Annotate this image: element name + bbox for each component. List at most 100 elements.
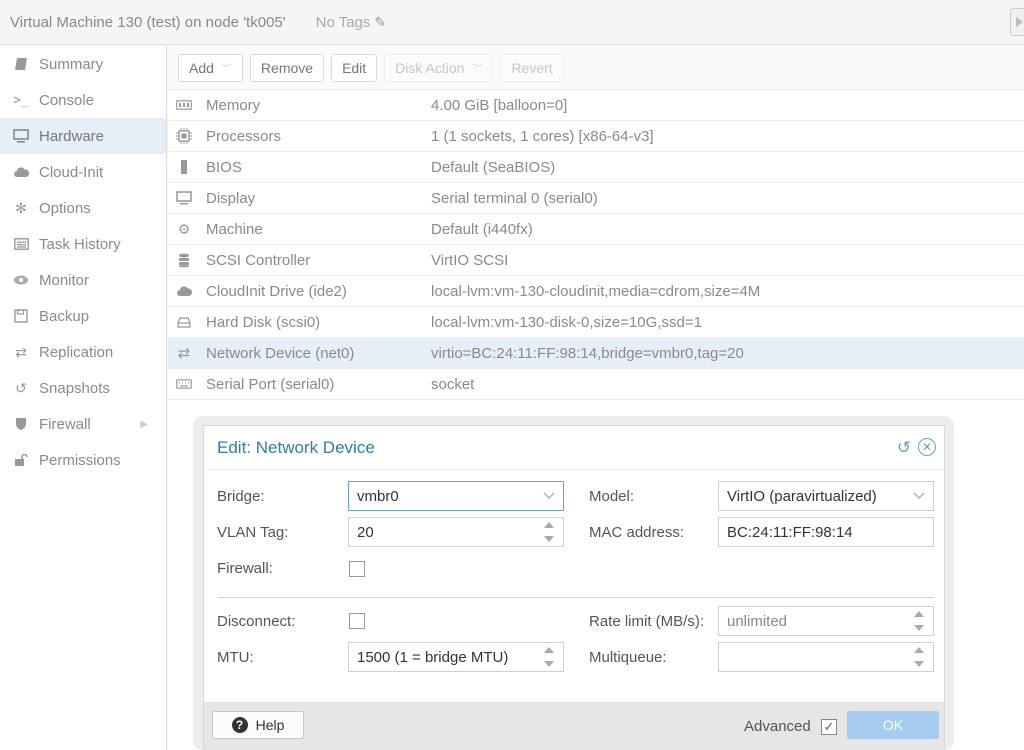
table-row-processors[interactable]: Processors 1 (1 sockets, 1 cores) [x86-6… [168, 121, 1024, 152]
sidebar-item-snapshots[interactable]: ↺ Snapshots [0, 370, 166, 406]
spinner-arrows-icon[interactable] [543, 522, 555, 542]
hardware-value: 1 (1 sockets, 1 cores) [x86-64-v3] [431, 127, 654, 145]
help-label: Help [255, 717, 285, 733]
hdd-icon [172, 316, 196, 328]
mtu-field[interactable]: 1500 (1 = bridge MTU) [348, 642, 564, 672]
model-select[interactable]: VirtIO (paravirtualized) [718, 481, 934, 511]
hardware-name: Processors [206, 127, 282, 145]
disconnect-checkbox[interactable] [349, 613, 365, 629]
rate-limit-placeholder: unlimited [727, 612, 788, 630]
bridge-label: Bridge: [217, 488, 265, 505]
unlock-icon [11, 452, 31, 468]
sidebar-item-replication[interactable]: ⇄ Replication [0, 334, 166, 370]
disconnect-label: Disconnect: [217, 613, 296, 630]
tags-editor[interactable]: No Tags ✎ [316, 14, 387, 31]
table-row-network-device[interactable]: ⇄ Network Device (net0) virtio=BC:24:11:… [168, 338, 1024, 369]
table-row-memory[interactable]: Memory 4.00 GiB [balloon=0] [168, 90, 1024, 121]
bridge-value: vmbr0 [357, 487, 399, 505]
hardware-value: Default (SeaBIOS) [431, 158, 556, 176]
dialog-header[interactable]: Edit: Network Device ↺ ✕ [204, 426, 944, 470]
remove-button[interactable]: Remove [249, 53, 325, 82]
vlan-tag-label: VLAN Tag: [217, 524, 289, 541]
table-row-cloudinit-drive[interactable]: CloudInit Drive (ide2) local-lvm:vm-130-… [168, 276, 1024, 307]
table-row-machine[interactable]: ⚙ Machine Default (i440fx) [168, 214, 1024, 245]
exchange-icon: ⇄ [177, 345, 191, 362]
rate-limit-field[interactable]: unlimited [718, 606, 934, 636]
cogs-icon: ⚙ [177, 220, 191, 237]
advanced-checkbox[interactable]: ✓ [821, 719, 837, 735]
sidebar-item-label: Options [39, 199, 91, 217]
multiqueue-label: Multiqueue: [589, 649, 667, 666]
sidebar-item-backup[interactable]: Backup [0, 298, 166, 334]
monitor-icon [11, 128, 31, 144]
spinner-arrows-icon[interactable] [913, 647, 925, 667]
hardware-value: VirtIO SCSI [431, 251, 509, 269]
spinner-arrows-icon[interactable] [543, 647, 555, 667]
sidebar-item-hardware[interactable]: Hardware [0, 118, 166, 154]
floppy-icon [11, 308, 31, 324]
cloud-icon [11, 164, 31, 180]
sidebar-item-firewall[interactable]: Firewall ▶ [0, 406, 166, 442]
sidebar-item-summary[interactable]: Summary [0, 46, 166, 82]
hardware-name: Network Device (net0) [206, 344, 355, 362]
chevron-down-icon[interactable] [543, 489, 555, 501]
pencil-icon[interactable]: ✎ [374, 14, 386, 31]
sidebar-item-cloud-init[interactable]: Cloud-Init [0, 154, 166, 190]
spinner-arrows-icon[interactable] [913, 611, 925, 631]
table-row-serial-port[interactable]: Serial Port (serial0) socket [168, 369, 1024, 400]
sidebar-item-monitor[interactable]: Monitor [0, 262, 166, 298]
hardware-value: socket [431, 375, 475, 393]
sidebar-item-label: Replication [39, 343, 114, 361]
table-row-hard-disk[interactable]: Hard Disk (scsi0) local-lvm:vm-130-disk-… [168, 307, 1024, 338]
firewall-checkbox[interactable] [349, 561, 365, 577]
eye-icon [11, 272, 31, 288]
sidebar-item-label: Task History [39, 235, 121, 253]
sidebar-item-options[interactable]: ✻ Options [0, 190, 166, 226]
chevron-down-icon[interactable] [913, 489, 925, 501]
disk-action-label: Disk Action [395, 59, 465, 76]
sidebar-item-permissions[interactable]: Permissions [0, 442, 166, 478]
hardware-table: Memory 4.00 GiB [balloon=0] Processors 1… [168, 90, 1024, 400]
sidebar-item-label: Hardware [39, 127, 105, 145]
hardware-name: Hard Disk (scsi0) [206, 313, 321, 331]
add-button[interactable]: Add ﹀ [178, 53, 243, 82]
mac-address-label: MAC address: [589, 524, 685, 541]
sidebar-item-label: Snapshots [39, 379, 110, 397]
chip-icon [172, 159, 196, 175]
start-button[interactable] [1010, 8, 1024, 36]
table-row-scsi-controller[interactable]: SCSI Controller VirtIO SCSI [168, 245, 1024, 276]
vlan-tag-field[interactable]: 20 [348, 517, 564, 547]
sidebar-item-task-history[interactable]: Task History [0, 226, 166, 262]
chevron-down-icon: ﹀ [472, 64, 483, 75]
keyboard-icon [172, 379, 196, 389]
rate-limit-label: Rate limit (MB/s): [589, 613, 705, 630]
firewall-label: Firewall: [217, 560, 273, 577]
add-label: Add [189, 59, 214, 76]
shield-icon [11, 416, 31, 432]
edit-button[interactable]: Edit [331, 53, 378, 82]
help-button[interactable]: ? Help [212, 711, 304, 739]
sidebar-item-label: Firewall [39, 415, 91, 433]
table-row-bios[interactable]: BIOS Default (SeaBIOS) [168, 152, 1024, 183]
hardware-value: local-lvm:vm-130-cloudinit,media=cdrom,s… [431, 282, 761, 300]
table-row-display[interactable]: Display Serial terminal 0 (serial0) [168, 183, 1024, 214]
multiqueue-field[interactable] [718, 642, 934, 672]
mac-address-value: BC:24:11:FF:98:14 [727, 523, 853, 541]
bridge-select[interactable]: vmbr0 [348, 481, 564, 511]
disk-action-button[interactable]: Disk Action ﹀ [384, 53, 494, 82]
hardware-value: virtio=BC:24:11:FF:98:14,bridge=vmbr0,ta… [431, 344, 744, 362]
question-circle-icon: ? [231, 717, 248, 733]
hardware-toolbar: Add ﹀ Remove Edit Disk Action ﹀ Revert [168, 46, 1024, 90]
mtu-label: MTU: [217, 649, 254, 666]
ok-button[interactable]: OK [847, 711, 939, 739]
section-divider [218, 597, 934, 598]
close-icon[interactable]: ✕ [918, 438, 936, 456]
hardware-name: Machine [206, 220, 263, 238]
mac-address-field[interactable]: BC:24:11:FF:98:14 [718, 517, 934, 547]
chevron-right-icon[interactable]: ▶ [140, 419, 148, 430]
reset-icon[interactable]: ↺ [894, 438, 914, 458]
sidebar-item-label: Summary [39, 55, 104, 73]
revert-button[interactable]: Revert [500, 53, 564, 82]
sidebar-item-console[interactable]: >_ Console [0, 82, 166, 118]
gear-icon: ✻ [15, 199, 27, 216]
